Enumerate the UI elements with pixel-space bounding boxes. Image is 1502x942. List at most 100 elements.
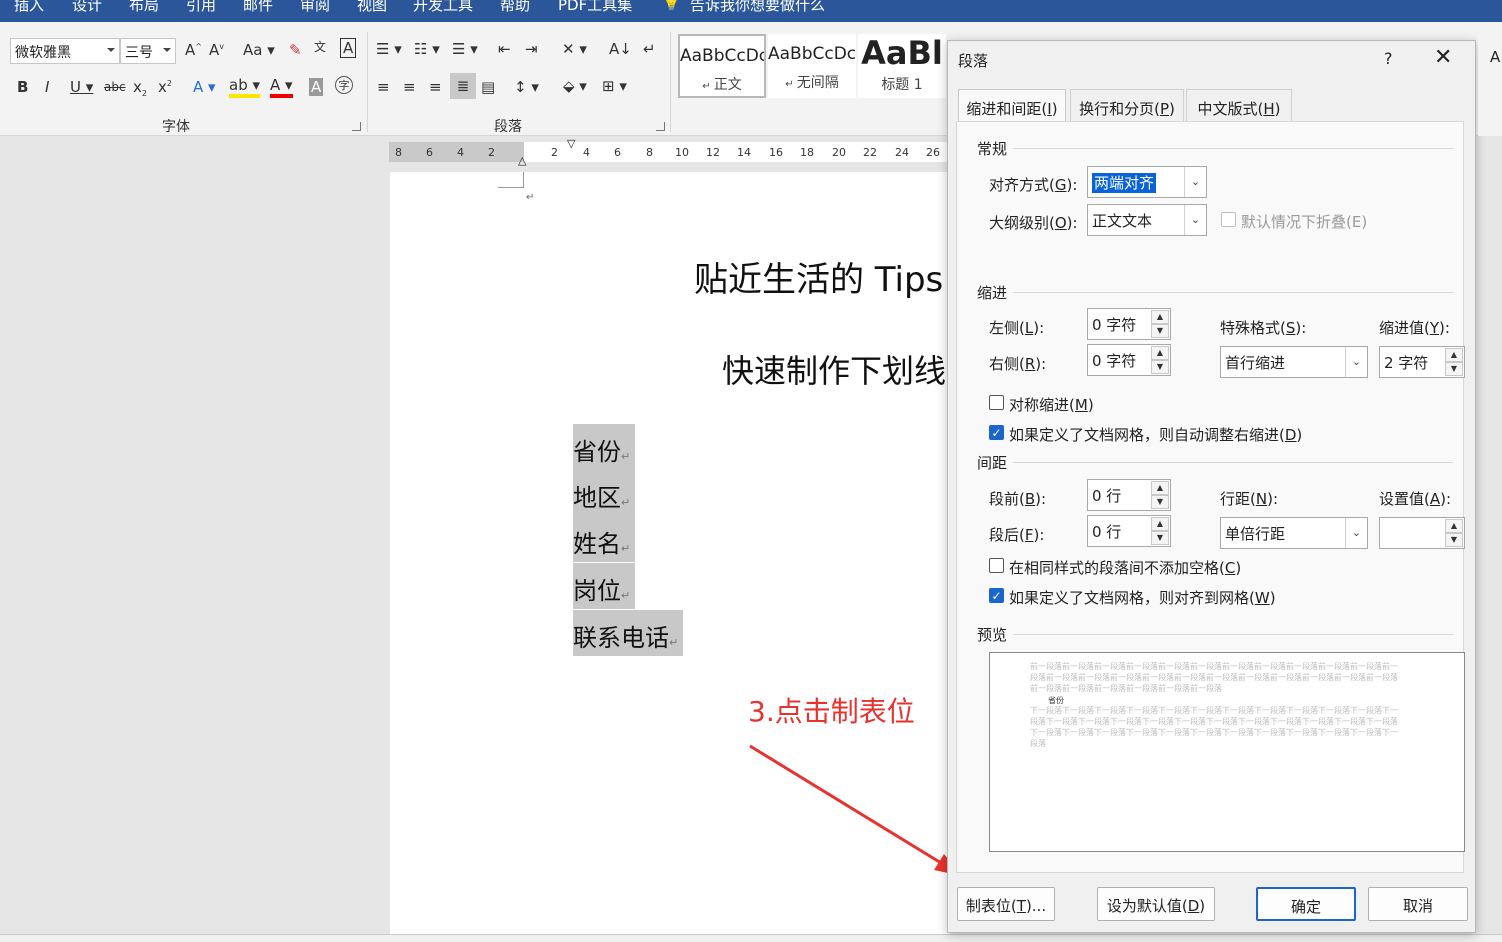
selected-line[interactable]: 省份↵ <box>573 424 635 470</box>
find-icon[interactable]: A <box>1490 48 1500 66</box>
selected-line[interactable]: 地区↵ <box>573 470 635 516</box>
selected-line[interactable]: 联系电话↵ <box>573 610 683 656</box>
align-right-icon[interactable]: ≡ <box>429 78 442 96</box>
line-spacing-icon[interactable]: ↕ ▾ <box>514 78 539 96</box>
increase-indent-icon[interactable]: ⇥ <box>525 40 538 58</box>
phonetic-guide-icon[interactable]: 文 <box>314 38 326 55</box>
selected-line[interactable]: 岗位↵ <box>573 563 635 609</box>
strikethrough-icon[interactable]: abc <box>104 80 126 94</box>
italic-icon[interactable]: I <box>45 78 49 96</box>
close-icon[interactable]: ✕ <box>1434 45 1452 70</box>
no-space-same-style-checkbox[interactable] <box>989 558 1004 573</box>
numbering-icon[interactable]: ☷ ▾ <box>414 40 440 58</box>
outline-level-select[interactable]: 正文文本 ⌄ <box>1087 204 1207 236</box>
spin-down-icon[interactable]: ▼ <box>1151 495 1169 509</box>
shading-icon[interactable]: ⬙ ▾ <box>563 77 587 95</box>
first-line-indent-marker[interactable]: ▽ <box>567 137 575 150</box>
font-name-combo[interactable]: 微软雅黑 <box>10 38 120 64</box>
tab-indents-spacing[interactable]: 缩进和间距(I) <box>958 89 1066 124</box>
spin-down-icon[interactable]: ▼ <box>1445 533 1463 547</box>
char-shading-icon[interactable]: A <box>309 78 324 96</box>
alignment-select[interactable]: 两端对齐 ⌄ <box>1087 166 1207 198</box>
bullets-icon[interactable]: ☰ ▾ <box>376 40 402 58</box>
show-marks-icon[interactable]: ↵ <box>643 40 656 58</box>
document-title[interactable]: 贴近生活的 Tips <box>694 252 943 301</box>
sort-icon[interactable]: A↓ <box>609 40 632 58</box>
highlight-icon[interactable]: ab ▾ <box>229 76 261 98</box>
tabs-button[interactable]: 制表位(T)... <box>957 887 1055 921</box>
auto-right-indent-checkbox[interactable]: ✓ <box>989 425 1004 440</box>
help-icon[interactable]: ? <box>1384 49 1393 68</box>
align-center-icon[interactable]: ≡ <box>403 78 416 96</box>
tab-line-page-breaks[interactable]: 换行和分页(P) <box>1070 89 1184 122</box>
font-dialog-launcher-icon[interactable] <box>352 122 361 131</box>
left-indent-marker[interactable]: △ <box>518 154 526 167</box>
spin-up-icon[interactable]: ▲ <box>1445 519 1463 533</box>
tab-help[interactable]: 帮助 <box>500 0 530 15</box>
char-border-icon[interactable]: A <box>340 38 357 58</box>
chevron-down-icon[interactable] <box>163 48 171 52</box>
tab-layout[interactable]: 布局 <box>129 0 159 15</box>
chevron-down-icon[interactable]: ⌄ <box>1184 205 1206 235</box>
style-normal[interactable]: AaBbCcDc ↵ 正文 <box>678 34 766 98</box>
spin-up-icon[interactable]: ▲ <box>1151 481 1169 495</box>
spin-up-icon[interactable]: ▲ <box>1151 310 1169 324</box>
horizontal-ruler[interactable]: 8 6 4 2 2 4 6 8 10 12 14 16 18 20 22 24 … <box>389 137 949 167</box>
multilevel-list-icon[interactable]: ☰ ▾ <box>452 40 478 58</box>
enclose-char-icon[interactable]: 字 <box>335 76 353 94</box>
spacing-at-stepper[interactable]: ▲ ▼ <box>1379 517 1465 549</box>
justify-icon[interactable]: ≣ <box>450 73 476 99</box>
spin-down-icon[interactable]: ▼ <box>1151 360 1169 374</box>
tab-insert[interactable]: 插入 <box>14 0 44 15</box>
clear-format-icon[interactable]: ✎ <box>289 41 302 59</box>
ok-button[interactable]: 确定 <box>1256 887 1356 921</box>
spin-down-icon[interactable]: ▼ <box>1151 324 1169 338</box>
style-no-spacing[interactable]: AaBbCcDc ↵ 无间隔 <box>768 34 856 98</box>
subscript-icon[interactable]: x2 <box>133 78 147 98</box>
font-color-icon[interactable]: A ▾ <box>270 76 293 98</box>
mirror-indent-checkbox[interactable] <box>989 395 1004 410</box>
tab-mailings[interactable]: 邮件 <box>243 0 273 15</box>
line-spacing-select[interactable]: 单倍行距 ⌄ <box>1220 517 1368 549</box>
indent-left-stepper[interactable]: 0 字符 ▲ ▼ <box>1087 308 1171 340</box>
indent-by-stepper[interactable]: 2 字符 ▲ ▼ <box>1379 346 1465 378</box>
document-subtitle[interactable]: 快速制作下划线 <box>722 346 946 392</box>
shrink-font-icon[interactable]: Av <box>209 41 224 59</box>
space-before-stepper[interactable]: 0 行 ▲ ▼ <box>1087 479 1171 511</box>
distributed-icon[interactable]: ▤ <box>481 78 495 96</box>
spin-down-icon[interactable]: ▼ <box>1151 531 1169 545</box>
spin-up-icon[interactable]: ▲ <box>1151 346 1169 360</box>
chevron-down-icon[interactable]: ⌄ <box>1345 518 1367 548</box>
spin-up-icon[interactable]: ▲ <box>1445 348 1463 362</box>
tab-developer[interactable]: 开发工具 <box>413 0 473 15</box>
decrease-indent-icon[interactable]: ⇤ <box>498 40 511 58</box>
spin-down-icon[interactable]: ▼ <box>1445 362 1463 376</box>
style-heading-1[interactable]: AaBl 标题 1 <box>858 34 946 98</box>
underline-icon[interactable]: U ▾ <box>70 78 93 96</box>
font-size-combo[interactable]: 三号 <box>120 38 176 64</box>
cancel-button[interactable]: 取消 <box>1368 887 1468 921</box>
chinese-layout-icon[interactable]: ✕ ▾ <box>562 40 587 58</box>
tab-pdf-tools[interactable]: PDF工具集 <box>558 0 632 15</box>
chevron-down-icon[interactable]: ⌄ <box>1184 167 1206 197</box>
tab-references[interactable]: 引用 <box>186 0 216 15</box>
spin-up-icon[interactable]: ▲ <box>1151 517 1169 531</box>
snap-to-grid-checkbox[interactable]: ✓ <box>989 588 1004 603</box>
superscript-icon[interactable]: x2 <box>158 78 172 96</box>
change-case-icon[interactable]: Aa ▾ <box>243 41 275 59</box>
text-effects-icon[interactable]: A ▾ <box>193 78 216 96</box>
collapse-checkbox[interactable] <box>1221 212 1236 227</box>
tell-me-search[interactable]: 告诉我你想要做什么 <box>690 0 825 15</box>
paragraph-dialog-launcher-icon[interactable] <box>656 122 665 131</box>
tab-review[interactable]: 审阅 <box>300 0 330 15</box>
grow-font-icon[interactable]: A^ <box>185 41 202 59</box>
special-indent-select[interactable]: 首行缩进 ⌄ <box>1220 346 1368 378</box>
chevron-down-icon[interactable] <box>107 48 115 52</box>
bold-icon[interactable]: B <box>17 78 28 96</box>
tab-view[interactable]: 视图 <box>357 0 387 15</box>
indent-right-stepper[interactable]: 0 字符 ▲ ▼ <box>1087 344 1171 376</box>
tab-design[interactable]: 设计 <box>72 0 102 15</box>
borders-icon[interactable]: ⊞ ▾ <box>602 77 627 95</box>
tab-asian-typography[interactable]: 中文版式(H) <box>1186 89 1292 122</box>
chevron-down-icon[interactable]: ⌄ <box>1345 347 1367 377</box>
